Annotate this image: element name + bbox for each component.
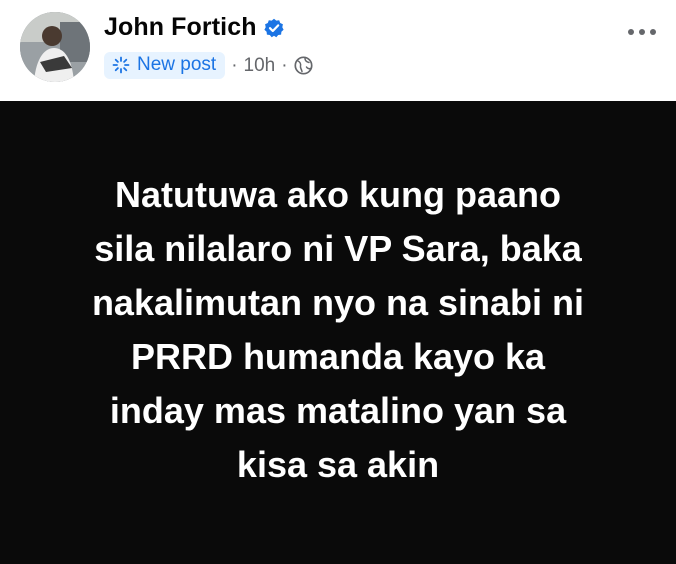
globe-icon[interactable] [294, 56, 313, 75]
post-text-line: inday mas matalino yan sa [109, 389, 567, 431]
avatar-photo [20, 12, 90, 82]
new-post-badge[interactable]: New post [104, 52, 226, 79]
post-text-line: kisa sa akin [236, 443, 440, 485]
author-name[interactable]: John Fortich [104, 13, 257, 42]
facebook-post: John Fortich New post · 10h · Natutuwa a… [0, 0, 676, 564]
post-meta: New post · 10h · [104, 52, 313, 79]
avatar[interactable] [20, 12, 90, 82]
timestamp[interactable]: 10h [244, 55, 276, 77]
more-horizontal-icon [628, 29, 656, 35]
post-text-line: nakalimutan nyo na sinabi ni [91, 281, 585, 323]
text-post-card: Natutuwa ako kung paano sila nilalaro ni… [0, 101, 676, 564]
post-text-line: sila nilalaro ni VP Sara, baka [94, 227, 582, 269]
post-text: Natutuwa ako kung paano sila nilalaro ni… [38, 168, 638, 492]
sparkle-icon [112, 56, 130, 74]
more-options-button[interactable] [624, 20, 660, 44]
post-text-line: Natutuwa ako kung paano [114, 173, 562, 215]
post-text-line: PRRD humanda kayo ka [130, 335, 546, 377]
separator-dot: · [281, 54, 288, 76]
new-post-label: New post [137, 54, 217, 75]
post-header: John Fortich New post · 10h · [0, 0, 676, 101]
verified-badge-icon [263, 18, 284, 38]
separator-dot: · [231, 54, 238, 76]
author-row: John Fortich [104, 13, 284, 42]
